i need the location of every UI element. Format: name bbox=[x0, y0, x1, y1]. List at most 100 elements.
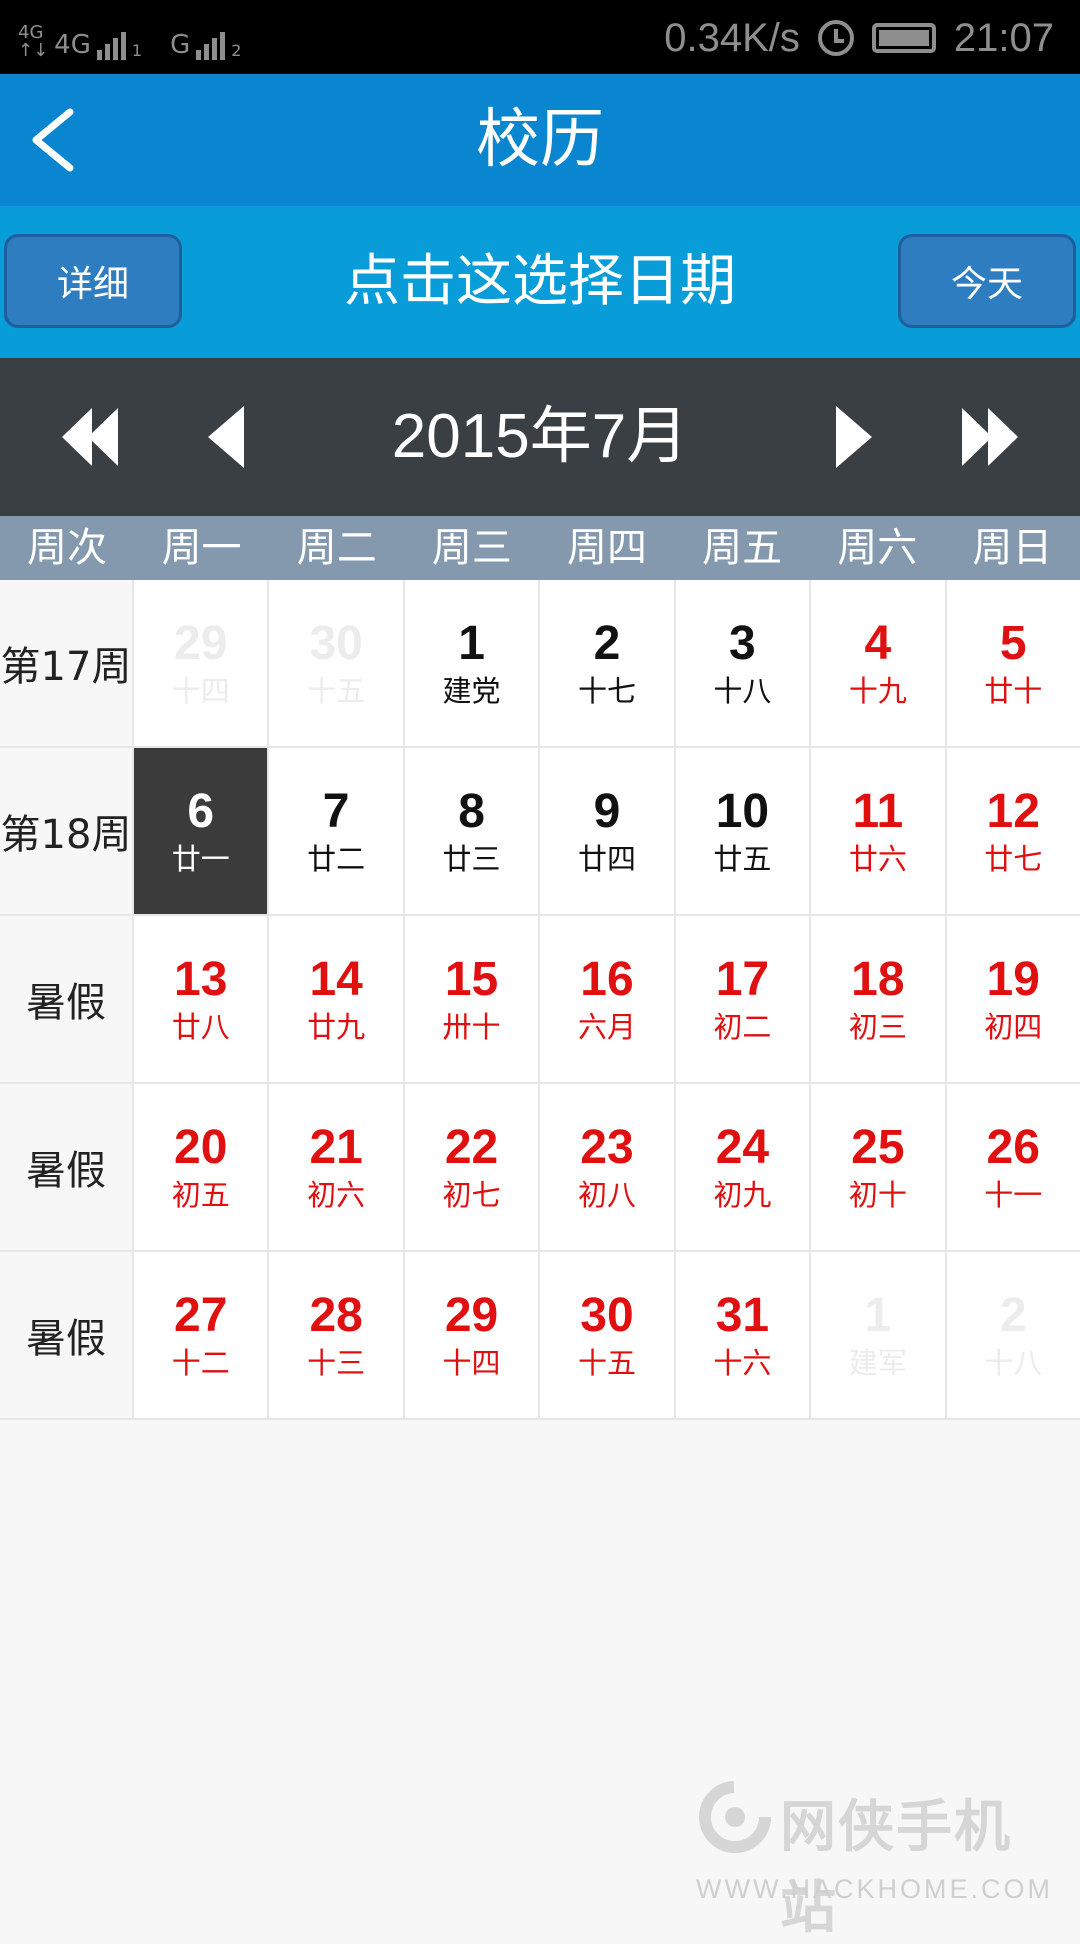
day-cell[interactable]: 21 初六 bbox=[269, 1084, 405, 1250]
day-cell[interactable]: 2 十八 bbox=[946, 1252, 1080, 1418]
weekday-header-week: 周次 bbox=[27, 525, 107, 571]
weekday-header-tue: 周二 bbox=[296, 525, 377, 571]
lunar-date: 廿四 bbox=[577, 842, 636, 876]
week-label: 暑假 bbox=[0, 1252, 134, 1418]
next-year-button[interactable] bbox=[954, 402, 1024, 472]
lunar-date: 十三 bbox=[307, 1346, 366, 1380]
day-cell[interactable]: 25 初十 bbox=[811, 1084, 947, 1250]
day-cell[interactable]: 13 廿八 bbox=[134, 916, 270, 1082]
lunar-date: 十四 bbox=[442, 1346, 501, 1380]
day-cell[interactable]: 22 初七 bbox=[404, 1084, 541, 1250]
week-row: 第17周 29 十四 30 十五 1 建党 2 十七 3 十八 4 十九 5 廿十 bbox=[0, 580, 1080, 748]
day-cell[interactable]: 12 廿七 bbox=[946, 748, 1080, 914]
previous-year-button[interactable] bbox=[56, 402, 126, 472]
weekday-header-fri: 周五 bbox=[702, 525, 783, 571]
day-cell[interactable]: 28 十三 bbox=[269, 1252, 405, 1418]
day-cell[interactable]: 11 廿六 bbox=[811, 748, 947, 914]
day-cell[interactable]: 23 初八 bbox=[540, 1084, 676, 1250]
signal-icon bbox=[196, 30, 226, 60]
lunar-date: 初五 bbox=[171, 1178, 230, 1212]
title-bar: 校历 bbox=[0, 74, 1080, 206]
day-cell[interactable]: 3 十八 bbox=[675, 580, 812, 746]
double-left-icon bbox=[62, 408, 118, 466]
day-number: 30 bbox=[309, 617, 363, 670]
day-cell[interactable]: 19 初四 bbox=[946, 916, 1080, 1082]
signal-icon bbox=[96, 30, 126, 60]
sim1-signal: 4G ↑↓ 4G 1 bbox=[18, 24, 142, 60]
day-cell[interactable]: 30 十五 bbox=[540, 1252, 676, 1418]
detail-button[interactable]: 详细 bbox=[4, 234, 182, 328]
day-number: 27 bbox=[174, 1289, 228, 1342]
lunar-date: 十九 bbox=[848, 674, 907, 708]
day-number: 23 bbox=[580, 1121, 634, 1174]
weekday-header-wed: 周三 bbox=[431, 525, 512, 571]
day-number: 17 bbox=[715, 953, 770, 1006]
lunar-date: 初十 bbox=[848, 1178, 907, 1212]
day-cell-selected[interactable]: 6 廿一 bbox=[134, 748, 270, 914]
day-number: 1 bbox=[864, 1289, 892, 1342]
date-picker-trigger[interactable]: 点击这选择日期 bbox=[200, 206, 880, 358]
day-number: 31 bbox=[715, 1289, 770, 1342]
day-cell[interactable]: 16 六月 bbox=[540, 916, 676, 1082]
lunar-date: 初九 bbox=[713, 1178, 772, 1212]
weekday-header-thu: 周四 bbox=[566, 525, 647, 571]
day-cell[interactable]: 1 建党 bbox=[404, 580, 541, 746]
week-row: 暑假 13 廿八 14 廿九 15 卅十 16 六月 17 初二 18 初三 19 初四 bbox=[0, 916, 1080, 1084]
watermark-url: WWW.HACKHOME.COM bbox=[696, 1874, 1053, 1904]
day-cell[interactable]: 5 廿十 bbox=[946, 580, 1080, 746]
day-cell[interactable]: 4 十九 bbox=[811, 580, 947, 746]
week-label: 暑假 bbox=[0, 916, 134, 1082]
day-number: 5 bbox=[999, 617, 1027, 670]
month-navigation: 2015年7月 bbox=[0, 358, 1080, 516]
status-bar-left: 4G ↑↓ 4G 1 G 2 bbox=[18, 14, 241, 60]
weekday-header: 周次 周一 周二 周三 周四 周五 周六 周日 bbox=[0, 516, 1080, 580]
next-month-button[interactable] bbox=[818, 402, 888, 472]
day-cell[interactable]: 8 廿三 bbox=[404, 748, 541, 914]
day-number: 13 bbox=[174, 953, 228, 1006]
lunar-date: 廿八 bbox=[171, 1010, 230, 1044]
lunar-date: 十七 bbox=[577, 674, 636, 708]
lunar-date: 卅十 bbox=[442, 1010, 501, 1044]
lunar-date: 廿三 bbox=[442, 842, 501, 876]
day-number: 26 bbox=[986, 1121, 1040, 1174]
day-cell[interactable]: 15 卅十 bbox=[404, 916, 541, 1082]
day-cell[interactable]: 27 十二 bbox=[134, 1252, 270, 1418]
lunar-date: 初七 bbox=[442, 1178, 501, 1212]
day-cell[interactable]: 26 十一 bbox=[946, 1084, 1080, 1250]
day-cell[interactable]: 14 廿九 bbox=[269, 916, 405, 1082]
left-icon bbox=[208, 406, 244, 468]
day-number: 22 bbox=[444, 1121, 499, 1174]
day-cell[interactable]: 7 廿二 bbox=[269, 748, 405, 914]
week-label: 第17周 bbox=[0, 580, 134, 746]
lunar-date: 十八 bbox=[713, 674, 772, 708]
day-cell[interactable]: 29 十四 bbox=[404, 1252, 541, 1418]
week-row: 暑假 27 十二 28 十三 29 十四 30 十五 31 十六 1 建军 2 十八 bbox=[0, 1252, 1080, 1420]
day-cell[interactable]: 30 十五 bbox=[269, 580, 405, 746]
day-cell[interactable]: 2 十七 bbox=[540, 580, 676, 746]
day-cell[interactable]: 18 初三 bbox=[811, 916, 947, 1082]
day-cell[interactable]: 9 廿四 bbox=[540, 748, 676, 914]
day-cell[interactable]: 17 初二 bbox=[675, 916, 812, 1082]
day-cell[interactable]: 29 十四 bbox=[134, 580, 270, 746]
previous-month-button[interactable] bbox=[192, 402, 262, 472]
day-cell[interactable]: 20 初五 bbox=[134, 1084, 270, 1250]
alarm-icon bbox=[817, 20, 854, 56]
day-number: 30 bbox=[580, 1289, 634, 1342]
day-number: 4 bbox=[864, 617, 892, 670]
day-cell[interactable]: 10 廿五 bbox=[675, 748, 812, 914]
today-button[interactable]: 今天 bbox=[898, 234, 1076, 328]
day-number: 11 bbox=[852, 785, 904, 838]
watermark: 网侠手机站 WWW.HACKHOME.COM bbox=[696, 1778, 1066, 1941]
lunar-date: 廿九 bbox=[307, 1010, 366, 1044]
day-cell[interactable]: 24 初九 bbox=[675, 1084, 812, 1250]
sim2-label: 2 bbox=[231, 41, 242, 60]
day-number: 19 bbox=[986, 953, 1040, 1006]
day-number: 6 bbox=[187, 785, 215, 838]
day-cell[interactable]: 1 建军 bbox=[811, 1252, 947, 1418]
lunar-date: 十四 bbox=[171, 674, 230, 708]
day-cell[interactable]: 31 十六 bbox=[675, 1252, 812, 1418]
sim2-signal: G 2 bbox=[170, 30, 241, 60]
lunar-date: 十五 bbox=[577, 1346, 636, 1380]
lunar-date: 廿一 bbox=[171, 842, 230, 876]
lunar-date: 六月 bbox=[577, 1010, 636, 1044]
